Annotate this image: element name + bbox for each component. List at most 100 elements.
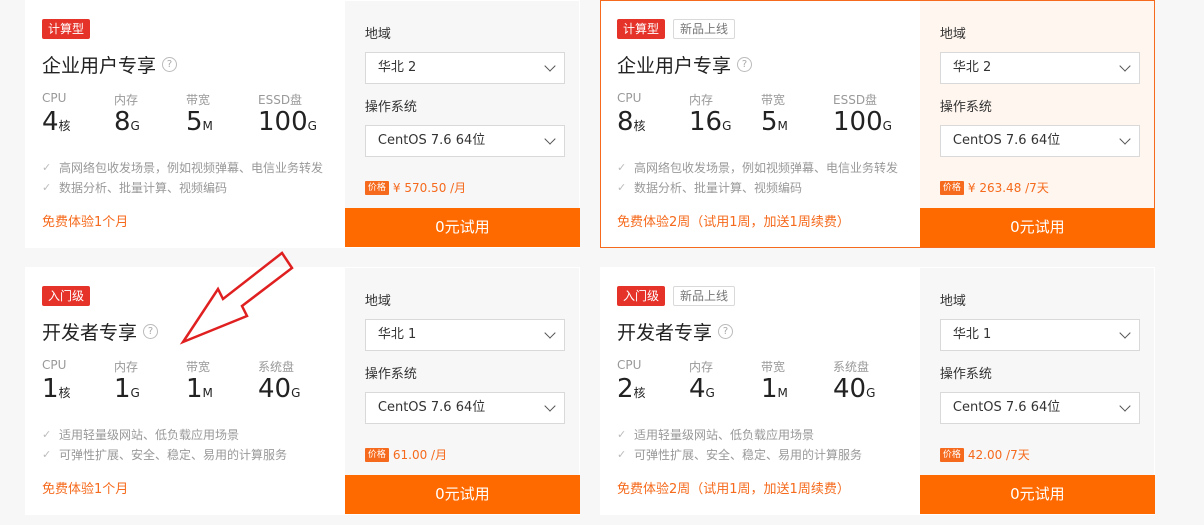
- feature-item: ✓ 数据分析、批量计算、视频编码: [42, 178, 323, 198]
- feature-list: ✓ 高网络包收发场景，例如视频弹幕、电信业务转发 ✓ 数据分析、批量计算、视频编码: [42, 158, 323, 198]
- free-trial-button[interactable]: 0元试用: [919, 208, 1155, 247]
- chevron-down-icon: [544, 60, 556, 72]
- price-row: 价格 61.00 /月: [364, 446, 448, 463]
- spec-label: CPU: [617, 358, 642, 372]
- price-row: 价格 ¥ 570.50 /月: [364, 179, 467, 196]
- spec-cpu: CPU 1核: [42, 358, 114, 408]
- spec-value: 1G: [114, 374, 140, 404]
- spec-row: CPU 4核 内存 8G 带宽 5M ESSD盘 100G: [42, 91, 348, 141]
- free-trial-button[interactable]: 0元试用: [344, 475, 580, 514]
- tag-new-product: 新品上线: [673, 286, 736, 306]
- help-icon[interactable]: ?: [162, 57, 178, 72]
- spec-value: 40G: [258, 374, 301, 404]
- spec-bandwidth: 带宽 5M: [186, 91, 258, 141]
- spec-disk: ESSD盘 100G: [833, 91, 923, 141]
- feature-list: ✓ 适用轻量级网站、低负载应用场景 ✓ 可弹性扩展、安全、稳定、易用的计算服务: [42, 425, 287, 465]
- card-info: 入门级 新品上线 开发者专享 ? CPU 2核 内存 4G 带宽 1M 系统盘 …: [601, 268, 920, 514]
- config-panel: 地域 华北 1 操作系统 CentOS 7.6 64位 价格 61.00 /月 …: [344, 268, 580, 514]
- help-icon[interactable]: ?: [737, 57, 753, 72]
- feature-item: ✓ 高网络包收发场景，例如视频弹幕、电信业务转发: [617, 158, 898, 178]
- product-card-developer-2c4g: 入门级 新品上线 开发者专享 ? CPU 2核 内存 4G 带宽 1M 系统盘 …: [600, 267, 1155, 515]
- check-icon: ✓: [42, 428, 52, 441]
- spec-bandwidth: 带宽 5M: [761, 91, 833, 141]
- spec-disk: ESSD盘 100G: [258, 91, 348, 141]
- os-select[interactable]: CentOS 7.6 64位: [939, 392, 1140, 424]
- chevron-down-icon: [1119, 60, 1131, 72]
- tag-row: 计算型 新品上线: [617, 19, 920, 39]
- spec-row: CPU 2核 内存 4G 带宽 1M 系统盘 40G: [617, 358, 923, 408]
- os-label: 操作系统: [364, 100, 417, 115]
- spec-value: 100G: [833, 107, 892, 137]
- card-info: 入门级 开发者专享 ? CPU 1核 内存 1G 带宽 1M 系统盘 40G ✓…: [26, 268, 345, 514]
- region-select[interactable]: 华北 1: [364, 319, 565, 351]
- trial-note: 免费体验2周（试用1周，加送1周续费）: [617, 215, 850, 230]
- region-select[interactable]: 华北 2: [364, 52, 565, 84]
- card-info: 计算型 企业用户专享 ? CPU 4核 内存 8G 带宽 5M ESSD盘 10…: [26, 1, 345, 247]
- spec-value: 16G: [689, 107, 732, 137]
- card-title-text: 企业用户专享: [42, 55, 157, 77]
- spec-disk: 系统盘 40G: [833, 358, 923, 408]
- price-badge: 价格: [939, 180, 964, 195]
- tag-compute: 计算型: [42, 19, 91, 39]
- spec-value: 40G: [833, 374, 876, 404]
- trial-note: 免费体验1个月: [42, 482, 129, 497]
- tag-entry-level: 入门级: [42, 286, 91, 306]
- price-text: ¥ 570.50 /月: [392, 181, 467, 195]
- feature-item: ✓ 可弹性扩展、安全、稳定、易用的计算服务: [42, 445, 287, 465]
- price-badge: 价格: [364, 180, 389, 195]
- chevron-down-icon: [1119, 400, 1131, 412]
- spec-bandwidth: 带宽 1M: [186, 358, 258, 408]
- spec-memory: 内存 8G: [114, 91, 186, 141]
- os-label: 操作系统: [939, 100, 992, 115]
- price-row: 价格 ¥ 263.48 /7天: [939, 179, 1049, 196]
- price-text: 42.00 /7天: [967, 448, 1030, 462]
- spec-value: 4G: [689, 374, 715, 404]
- tag-compute: 计算型: [617, 19, 666, 39]
- spec-value: 8G: [114, 107, 140, 137]
- card-title-text: 企业用户专享: [617, 55, 732, 77]
- chevron-down-icon: [1119, 133, 1131, 145]
- region-label: 地域: [364, 294, 391, 309]
- spec-cpu: CPU 8核: [617, 91, 689, 141]
- check-icon: ✓: [42, 181, 52, 194]
- spec-label: 带宽: [186, 360, 211, 374]
- chevron-down-icon: [1119, 327, 1131, 339]
- spec-value: 4核: [42, 107, 71, 137]
- os-select[interactable]: CentOS 7.6 64位: [364, 392, 565, 424]
- feature-item: ✓ 适用轻量级网站、低负载应用场景: [617, 425, 862, 445]
- feature-item: ✓ 高网络包收发场景，例如视频弹幕、电信业务转发: [42, 158, 323, 178]
- os-select[interactable]: CentOS 7.6 64位: [364, 125, 565, 157]
- feature-list: ✓ 适用轻量级网站、低负载应用场景 ✓ 可弹性扩展、安全、稳定、易用的计算服务: [617, 425, 862, 465]
- spec-label: 系统盘: [258, 360, 295, 374]
- spec-value: 1核: [42, 374, 71, 404]
- check-icon: ✓: [617, 181, 627, 194]
- price-text: 61.00 /月: [392, 448, 448, 462]
- config-panel: 地域 华北 2 操作系统 CentOS 7.6 64位 价格 ¥ 263.48 …: [919, 1, 1155, 247]
- spec-label: 带宽: [761, 93, 786, 107]
- spec-value: 8核: [617, 107, 646, 137]
- spec-value: 5M: [186, 107, 213, 137]
- os-select[interactable]: CentOS 7.6 64位: [939, 125, 1140, 157]
- spec-label: ESSD盘: [258, 93, 303, 107]
- region-select[interactable]: 华北 2: [939, 52, 1140, 84]
- spec-memory: 内存 4G: [689, 358, 761, 408]
- card-title: 企业用户专享 ?: [42, 51, 178, 78]
- os-label: 操作系统: [939, 367, 992, 382]
- free-trial-button[interactable]: 0元试用: [919, 475, 1155, 514]
- check-icon: ✓: [42, 448, 52, 461]
- check-icon: ✓: [617, 448, 627, 461]
- spec-label: CPU: [42, 358, 67, 372]
- free-trial-button[interactable]: 0元试用: [344, 208, 580, 247]
- help-icon[interactable]: ?: [718, 324, 734, 339]
- spec-row: CPU 1核 内存 1G 带宽 1M 系统盘 40G: [42, 358, 348, 408]
- help-icon[interactable]: ?: [143, 324, 159, 339]
- check-icon: ✓: [42, 161, 52, 174]
- region-select[interactable]: 华北 1: [939, 319, 1140, 351]
- card-title-text: 开发者专享: [42, 322, 138, 344]
- tag-new-product: 新品上线: [673, 19, 736, 39]
- spec-label: 内存: [114, 360, 139, 374]
- price-text: ¥ 263.48 /7天: [967, 181, 1049, 195]
- os-label: 操作系统: [364, 367, 417, 382]
- tag-row: 计算型: [42, 19, 345, 39]
- card-title: 开发者专享 ?: [42, 318, 159, 345]
